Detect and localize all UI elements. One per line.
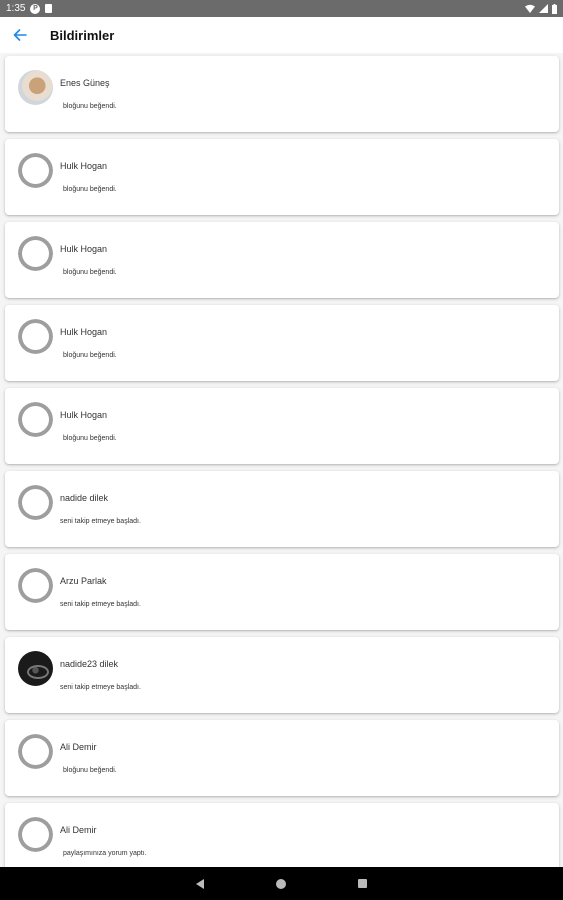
app-notification-icon: P [30,3,41,14]
notification-card[interactable]: Ali Demir paylaşımınıza yorum yaptı. [5,803,559,867]
back-button[interactable] [0,17,40,53]
notification-card[interactable]: nadide dilek seni takip etmeye başladı. [5,471,559,547]
user-name[interactable]: nadide dilek [60,493,108,503]
default-avatar-icon [18,402,53,437]
avatar[interactable] [18,70,53,105]
default-avatar-icon [18,485,53,520]
user-name[interactable]: Hulk Hogan [60,161,107,171]
avatar[interactable] [18,568,53,603]
document-notification-icon [45,4,53,13]
notification-card[interactable]: Ali Demir bloğunu beğendi. [5,720,559,796]
nav-recents-icon[interactable] [358,879,367,888]
user-name[interactable]: Hulk Hogan [60,327,107,337]
notification-card[interactable]: Hulk Hogan bloğunu beğendi. [5,305,559,381]
avatar[interactable] [18,236,53,271]
avatar[interactable] [18,651,53,686]
avatar[interactable] [18,153,53,188]
status-bar: 1:35 P [0,0,563,17]
user-name[interactable]: Ali Demir [60,742,97,752]
notification-message: bloğunu beğendi. [63,352,117,359]
notification-card[interactable]: Arzu Parlak seni takip etmeye başladı. [5,554,559,630]
user-name[interactable]: Hulk Hogan [60,244,107,254]
default-avatar-icon [18,236,53,271]
notification-message: bloğunu beğendi. [63,269,117,276]
notification-message: bloğunu beğendi. [63,767,117,774]
app-bar: Bildirimler [0,17,563,53]
default-avatar-icon [18,817,53,852]
page-title: Bildirimler [50,27,115,43]
notification-card[interactable]: nadide23 dilek seni takip etmeye başladı… [5,637,559,713]
default-avatar-icon [18,153,53,188]
user-name[interactable]: Ali Demir [60,825,97,835]
user-name[interactable]: nadide23 dilek [60,659,118,669]
notification-message: seni takip etmeye başladı. [60,601,141,608]
notification-card[interactable]: Hulk Hogan bloğunu beğendi. [5,222,559,298]
system-nav-bar [0,867,563,900]
notification-message: bloğunu beğendi. [63,435,117,442]
notification-card[interactable]: Enes Güneş bloğunu beğendi. [5,56,559,132]
user-name[interactable]: Arzu Parlak [60,576,107,586]
notification-message: bloğunu beğendi. [63,103,117,110]
notification-list[interactable]: Enes Güneş bloğunu beğendi. Hulk Hogan b… [0,53,563,867]
signal-icon [539,4,548,13]
avatar[interactable] [18,402,53,437]
default-avatar-icon [18,319,53,354]
user-name[interactable]: Hulk Hogan [60,410,107,420]
notification-message: seni takip etmeye başladı. [60,518,141,525]
default-avatar-icon [18,568,53,603]
notification-message: paylaşımınıza yorum yaptı. [63,850,147,857]
avatar[interactable] [18,734,53,769]
status-time: 1:35 [6,3,26,14]
avatar[interactable] [18,817,53,852]
notification-message: bloğunu beğendi. [63,186,117,193]
nav-home-icon[interactable] [276,878,286,889]
battery-icon [552,3,557,14]
nav-back-icon[interactable] [196,878,204,889]
avatar[interactable] [18,485,53,520]
wifi-icon [525,4,535,13]
notification-card[interactable]: Hulk Hogan bloğunu beğendi. [5,139,559,215]
default-avatar-icon [18,734,53,769]
avatar[interactable] [18,319,53,354]
notification-card[interactable]: Hulk Hogan bloğunu beğendi. [5,388,559,464]
notification-message: seni takip etmeye başladı. [60,684,141,691]
arrow-left-icon [13,29,27,41]
user-name[interactable]: Enes Güneş [60,78,110,88]
